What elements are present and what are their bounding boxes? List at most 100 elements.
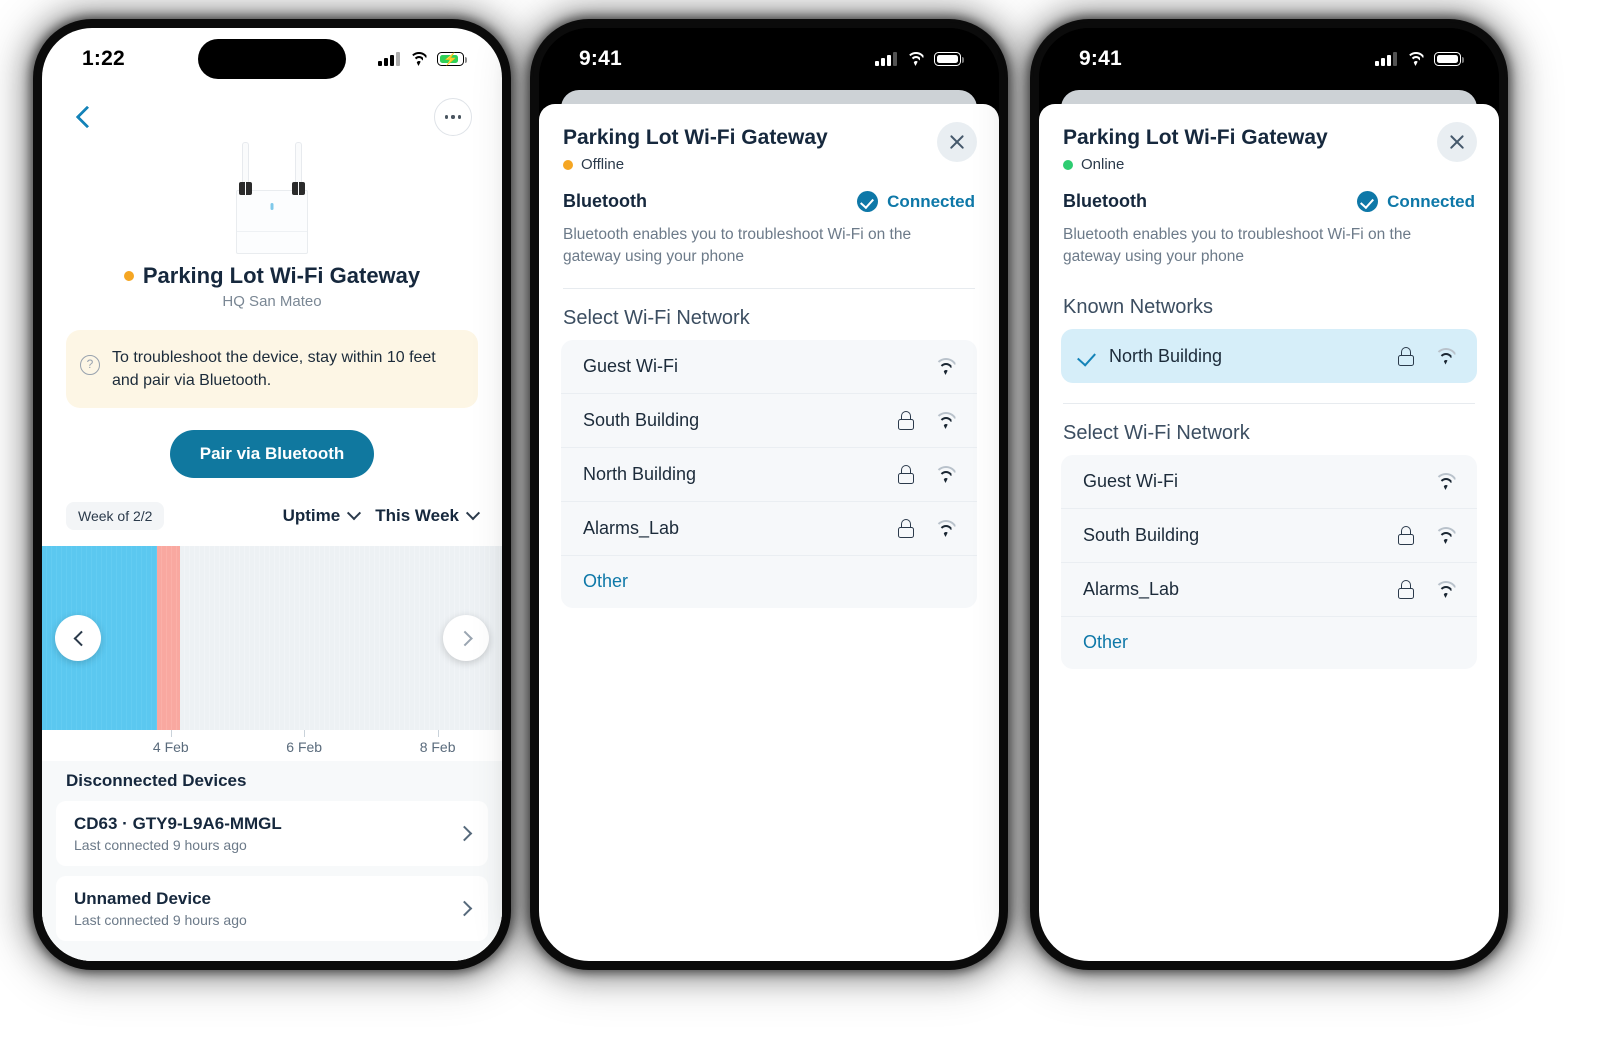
close-button[interactable] bbox=[937, 122, 977, 162]
wifi-signal-icon bbox=[1434, 347, 1457, 365]
wifi-signal-icon bbox=[934, 520, 957, 537]
metric-dropdown[interactable]: Uptime bbox=[282, 506, 362, 526]
status-icons: ⚡ bbox=[378, 52, 468, 66]
bluetooth-description: Bluetooth enables you to troubleshoot Wi… bbox=[563, 226, 912, 265]
status-icons bbox=[1375, 52, 1465, 66]
phone1-navbar bbox=[42, 90, 502, 138]
known-networks-heading: Known Networks bbox=[1063, 296, 1214, 318]
device-row-meta: Last connected 9 hours ago bbox=[74, 912, 247, 928]
phone-device-detail: 1:22 ⚡ Parking Lot Wi-Fi Gateway HQ San … bbox=[22, 8, 522, 981]
chevron-down-icon bbox=[347, 506, 362, 521]
axis-tick-label: 4 Feb bbox=[152, 738, 189, 755]
battery-full-icon bbox=[934, 52, 965, 66]
phone2-screen: 9:41 Parking Lot Wi-Fi Gateway Offline B… bbox=[539, 28, 999, 961]
status-dot-online bbox=[1063, 159, 1073, 170]
week-pill: Week of 2/2 bbox=[66, 502, 165, 531]
wifi-network-list: Guest Wi-Fi South Building North Building A… bbox=[561, 340, 977, 608]
chevron-down-icon bbox=[465, 506, 481, 521]
sheet-status: Online bbox=[1063, 156, 1475, 173]
axis-tick bbox=[304, 729, 306, 737]
list-item[interactable]: Unnamed Device Last connected 9 hours ago bbox=[56, 876, 488, 941]
chart-prev-button[interactable] bbox=[55, 615, 101, 662]
wifi-network-name: South Building bbox=[1083, 525, 1200, 545]
chevron-right-icon bbox=[456, 900, 473, 917]
chart-next-button[interactable] bbox=[443, 615, 489, 662]
other-network-link[interactable]: Other bbox=[1061, 616, 1477, 669]
wifi-network-name: Guest Wi-Fi bbox=[1083, 471, 1179, 491]
wifi-network-row[interactable]: Guest Wi-Fi bbox=[1061, 455, 1477, 508]
axis-tick bbox=[170, 729, 172, 737]
status-dot-offline bbox=[563, 159, 573, 170]
wifi-network-row[interactable]: South Building bbox=[1061, 508, 1477, 562]
lock-icon bbox=[898, 465, 914, 484]
lock-icon bbox=[898, 519, 914, 538]
phone3-status-bar: 9:41 bbox=[1039, 28, 1499, 90]
uptime-chart bbox=[42, 546, 502, 730]
check-circle-icon bbox=[857, 191, 879, 212]
wifi-network-row[interactable]: Guest Wi-Fi bbox=[561, 340, 977, 393]
check-circle-icon bbox=[1357, 191, 1379, 212]
bluetooth-status-badge: Connected bbox=[1357, 191, 1475, 212]
wifi-select-sheet: Parking Lot Wi-Fi Gateway Offline Blueto… bbox=[539, 104, 999, 961]
uptime-chart-bars bbox=[42, 546, 502, 730]
lock-icon bbox=[1398, 346, 1414, 366]
wifi-network-name: Alarms_Lab bbox=[583, 518, 680, 538]
wifi-signal-icon bbox=[1434, 527, 1457, 544]
wifi-connected-sheet: Parking Lot Wi-Fi Gateway Online Bluetoo… bbox=[1039, 104, 1499, 961]
chevron-right-icon bbox=[456, 825, 473, 842]
range-dropdown[interactable]: This Week bbox=[375, 506, 481, 526]
wifi-network-row[interactable]: North Building bbox=[561, 447, 977, 501]
chevron-left-icon[interactable] bbox=[70, 103, 98, 131]
cellular-bars-icon bbox=[378, 52, 400, 66]
device-location: HQ San Mateo bbox=[222, 292, 322, 310]
dynamic-island bbox=[198, 39, 346, 79]
battery-full-icon bbox=[1434, 52, 1465, 66]
cellular-bars-icon bbox=[1375, 52, 1397, 66]
wifi-icon bbox=[1406, 52, 1425, 66]
select-wifi-heading: Select Wi-Fi Network bbox=[563, 307, 750, 329]
phone3-sheet-wrap: Parking Lot Wi-Fi Gateway Online Bluetoo… bbox=[1039, 90, 1499, 961]
chart-segment-down bbox=[157, 546, 180, 730]
bluetooth-row: Bluetooth Connected bbox=[539, 173, 999, 212]
wifi-icon bbox=[409, 52, 428, 66]
sheet-header: Parking Lot Wi-Fi Gateway Offline bbox=[539, 104, 999, 173]
bluetooth-status-label: Connected bbox=[1387, 191, 1475, 211]
status-icons bbox=[875, 52, 965, 66]
wifi-signal-icon bbox=[934, 412, 957, 429]
troubleshoot-info-banner: ? To troubleshoot the device, stay withi… bbox=[66, 329, 478, 409]
known-network-row[interactable]: North Building bbox=[1061, 329, 1477, 383]
disconnected-devices-list: CD63 · GTY9-L9A6-MMGL Last connected 9 ho… bbox=[42, 801, 502, 961]
wifi-network-name: Guest Wi-Fi bbox=[583, 356, 679, 376]
bluetooth-status-badge: Connected bbox=[857, 191, 975, 212]
pair-via-bluetooth-button[interactable]: Pair via Bluetooth bbox=[169, 430, 375, 479]
wifi-network-row[interactable]: Alarms_Lab bbox=[1061, 562, 1477, 616]
status-dot-offline bbox=[123, 270, 134, 281]
axis-tick-label: 6 Feb bbox=[286, 738, 323, 755]
other-network-link[interactable]: Other bbox=[561, 555, 977, 608]
wifi-network-row[interactable]: Alarms_Lab bbox=[561, 501, 977, 555]
phone-wifi-select: 9:41 Parking Lot Wi-Fi Gateway Offline B… bbox=[519, 8, 1019, 981]
bluetooth-label: Bluetooth bbox=[1063, 191, 1147, 211]
chevron-right-icon bbox=[456, 630, 473, 646]
phone2-status-bar: 9:41 bbox=[539, 28, 999, 90]
sheet-status-label: Online bbox=[1081, 156, 1125, 173]
close-icon bbox=[948, 133, 966, 151]
wifi-network-row[interactable]: South Building bbox=[561, 393, 977, 447]
list-item[interactable]: CD63 · GTY9-L9A6-MMGL Last connected 9 ho… bbox=[56, 801, 488, 866]
sheet-title: Parking Lot Wi-Fi Gateway bbox=[563, 126, 828, 149]
bluetooth-row: Bluetooth Connected bbox=[1039, 173, 1499, 212]
wifi-network-name: North Building bbox=[583, 464, 697, 484]
question-mark-icon: ? bbox=[80, 354, 100, 375]
more-options-icon[interactable] bbox=[434, 98, 472, 136]
lock-icon bbox=[1398, 580, 1414, 599]
wifi-icon bbox=[906, 52, 925, 66]
uptime-chart-axis: 4 Feb 6 Feb 8 Feb bbox=[42, 729, 502, 761]
sheet-status: Offline bbox=[563, 156, 975, 173]
pair-button-row: Pair via Bluetooth bbox=[42, 430, 502, 479]
device-name: Parking Lot Wi-Fi Gateway bbox=[142, 262, 421, 288]
wifi-signal-icon bbox=[934, 466, 957, 483]
status-time: 9:41 bbox=[1079, 47, 1122, 70]
close-button[interactable] bbox=[1437, 122, 1477, 162]
disconnected-devices-heading: Disconnected Devices bbox=[42, 761, 502, 801]
metric-dropdown-label: Uptime bbox=[282, 506, 341, 526]
